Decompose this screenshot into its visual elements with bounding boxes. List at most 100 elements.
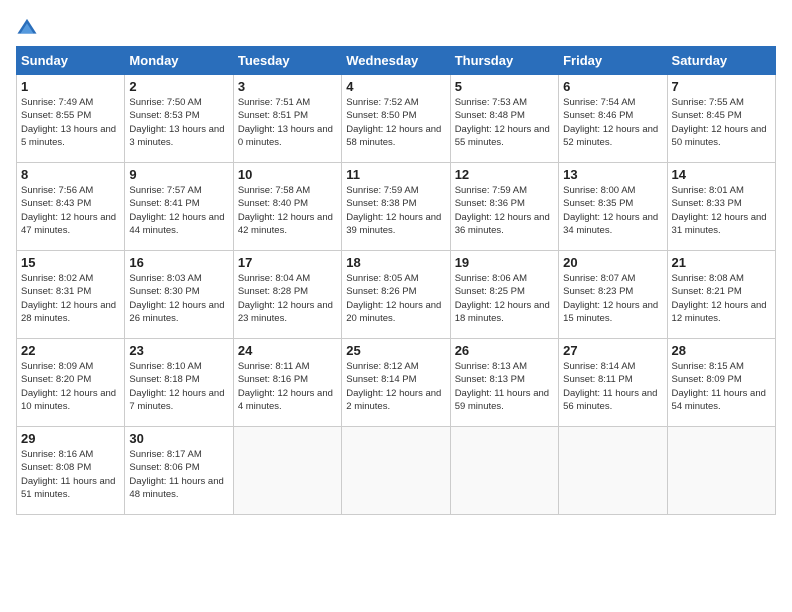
day-number: 29 [21,431,120,446]
logo [16,16,40,38]
day-number: 4 [346,79,445,94]
day-number: 30 [129,431,228,446]
day-info: Sunrise: 8:01 AMSunset: 8:33 PMDaylight:… [672,184,771,237]
day-info: Sunrise: 7:51 AMSunset: 8:51 PMDaylight:… [238,96,337,149]
week-row-5: 29 Sunrise: 8:16 AMSunset: 8:08 PMDaylig… [17,427,776,515]
calendar-cell: 30 Sunrise: 8:17 AMSunset: 8:06 PMDaylig… [125,427,233,515]
day-number: 6 [563,79,662,94]
calendar-table: SundayMondayTuesdayWednesdayThursdayFrid… [16,46,776,515]
day-number: 26 [455,343,554,358]
calendar-cell: 18 Sunrise: 8:05 AMSunset: 8:26 PMDaylig… [342,251,450,339]
calendar-cell [559,427,667,515]
day-info: Sunrise: 8:08 AMSunset: 8:21 PMDaylight:… [672,272,771,325]
day-number: 9 [129,167,228,182]
calendar-cell [342,427,450,515]
day-number: 11 [346,167,445,182]
day-number: 3 [238,79,337,94]
day-info: Sunrise: 8:00 AMSunset: 8:35 PMDaylight:… [563,184,662,237]
day-info: Sunrise: 7:49 AMSunset: 8:55 PMDaylight:… [21,96,120,149]
day-number: 17 [238,255,337,270]
day-info: Sunrise: 8:10 AMSunset: 8:18 PMDaylight:… [129,360,228,413]
day-info: Sunrise: 8:17 AMSunset: 8:06 PMDaylight:… [129,448,228,501]
header-friday: Friday [559,47,667,75]
day-info: Sunrise: 7:59 AMSunset: 8:36 PMDaylight:… [455,184,554,237]
calendar-body: 1 Sunrise: 7:49 AMSunset: 8:55 PMDayligh… [17,75,776,515]
calendar-cell: 12 Sunrise: 7:59 AMSunset: 8:36 PMDaylig… [450,163,558,251]
day-info: Sunrise: 8:09 AMSunset: 8:20 PMDaylight:… [21,360,120,413]
day-number: 18 [346,255,445,270]
header-row: SundayMondayTuesdayWednesdayThursdayFrid… [17,47,776,75]
day-info: Sunrise: 7:53 AMSunset: 8:48 PMDaylight:… [455,96,554,149]
day-info: Sunrise: 7:58 AMSunset: 8:40 PMDaylight:… [238,184,337,237]
day-info: Sunrise: 8:02 AMSunset: 8:31 PMDaylight:… [21,272,120,325]
header-sunday: Sunday [17,47,125,75]
day-number: 27 [563,343,662,358]
calendar-cell: 27 Sunrise: 8:14 AMSunset: 8:11 PMDaylig… [559,339,667,427]
day-number: 25 [346,343,445,358]
calendar-cell: 15 Sunrise: 8:02 AMSunset: 8:31 PMDaylig… [17,251,125,339]
day-number: 5 [455,79,554,94]
day-info: Sunrise: 7:59 AMSunset: 8:38 PMDaylight:… [346,184,445,237]
week-row-2: 8 Sunrise: 7:56 AMSunset: 8:43 PMDayligh… [17,163,776,251]
calendar-cell: 16 Sunrise: 8:03 AMSunset: 8:30 PMDaylig… [125,251,233,339]
day-number: 16 [129,255,228,270]
calendar-cell: 10 Sunrise: 7:58 AMSunset: 8:40 PMDaylig… [233,163,341,251]
week-row-3: 15 Sunrise: 8:02 AMSunset: 8:31 PMDaylig… [17,251,776,339]
calendar-header: SundayMondayTuesdayWednesdayThursdayFrid… [17,47,776,75]
calendar-cell: 9 Sunrise: 7:57 AMSunset: 8:41 PMDayligh… [125,163,233,251]
day-info: Sunrise: 7:57 AMSunset: 8:41 PMDaylight:… [129,184,228,237]
calendar-cell: 23 Sunrise: 8:10 AMSunset: 8:18 PMDaylig… [125,339,233,427]
day-number: 28 [672,343,771,358]
page-header [16,16,776,38]
day-number: 10 [238,167,337,182]
calendar-cell: 8 Sunrise: 7:56 AMSunset: 8:43 PMDayligh… [17,163,125,251]
day-number: 19 [455,255,554,270]
calendar-cell [233,427,341,515]
day-info: Sunrise: 7:55 AMSunset: 8:45 PMDaylight:… [672,96,771,149]
day-info: Sunrise: 7:56 AMSunset: 8:43 PMDaylight:… [21,184,120,237]
calendar-cell [667,427,775,515]
calendar-cell: 7 Sunrise: 7:55 AMSunset: 8:45 PMDayligh… [667,75,775,163]
calendar-cell: 21 Sunrise: 8:08 AMSunset: 8:21 PMDaylig… [667,251,775,339]
calendar-cell [450,427,558,515]
day-number: 14 [672,167,771,182]
calendar-cell: 3 Sunrise: 7:51 AMSunset: 8:51 PMDayligh… [233,75,341,163]
header-wednesday: Wednesday [342,47,450,75]
day-info: Sunrise: 8:03 AMSunset: 8:30 PMDaylight:… [129,272,228,325]
calendar-cell: 1 Sunrise: 7:49 AMSunset: 8:55 PMDayligh… [17,75,125,163]
day-info: Sunrise: 8:11 AMSunset: 8:16 PMDaylight:… [238,360,337,413]
day-info: Sunrise: 8:16 AMSunset: 8:08 PMDaylight:… [21,448,120,501]
calendar-cell: 19 Sunrise: 8:06 AMSunset: 8:25 PMDaylig… [450,251,558,339]
day-info: Sunrise: 8:14 AMSunset: 8:11 PMDaylight:… [563,360,662,413]
day-number: 21 [672,255,771,270]
calendar-cell: 28 Sunrise: 8:15 AMSunset: 8:09 PMDaylig… [667,339,775,427]
calendar-cell: 17 Sunrise: 8:04 AMSunset: 8:28 PMDaylig… [233,251,341,339]
day-number: 23 [129,343,228,358]
day-info: Sunrise: 8:04 AMSunset: 8:28 PMDaylight:… [238,272,337,325]
day-info: Sunrise: 8:06 AMSunset: 8:25 PMDaylight:… [455,272,554,325]
header-monday: Monday [125,47,233,75]
day-number: 1 [21,79,120,94]
day-number: 7 [672,79,771,94]
calendar-cell: 24 Sunrise: 8:11 AMSunset: 8:16 PMDaylig… [233,339,341,427]
calendar-cell: 25 Sunrise: 8:12 AMSunset: 8:14 PMDaylig… [342,339,450,427]
calendar-cell: 2 Sunrise: 7:50 AMSunset: 8:53 PMDayligh… [125,75,233,163]
day-number: 24 [238,343,337,358]
day-info: Sunrise: 8:15 AMSunset: 8:09 PMDaylight:… [672,360,771,413]
day-info: Sunrise: 8:05 AMSunset: 8:26 PMDaylight:… [346,272,445,325]
week-row-4: 22 Sunrise: 8:09 AMSunset: 8:20 PMDaylig… [17,339,776,427]
day-number: 2 [129,79,228,94]
header-tuesday: Tuesday [233,47,341,75]
logo-icon [16,16,38,38]
day-info: Sunrise: 8:12 AMSunset: 8:14 PMDaylight:… [346,360,445,413]
week-row-1: 1 Sunrise: 7:49 AMSunset: 8:55 PMDayligh… [17,75,776,163]
day-number: 22 [21,343,120,358]
calendar-cell: 29 Sunrise: 8:16 AMSunset: 8:08 PMDaylig… [17,427,125,515]
calendar-cell: 6 Sunrise: 7:54 AMSunset: 8:46 PMDayligh… [559,75,667,163]
header-thursday: Thursday [450,47,558,75]
day-number: 13 [563,167,662,182]
calendar-cell: 5 Sunrise: 7:53 AMSunset: 8:48 PMDayligh… [450,75,558,163]
calendar-cell: 14 Sunrise: 8:01 AMSunset: 8:33 PMDaylig… [667,163,775,251]
day-number: 20 [563,255,662,270]
day-info: Sunrise: 8:13 AMSunset: 8:13 PMDaylight:… [455,360,554,413]
